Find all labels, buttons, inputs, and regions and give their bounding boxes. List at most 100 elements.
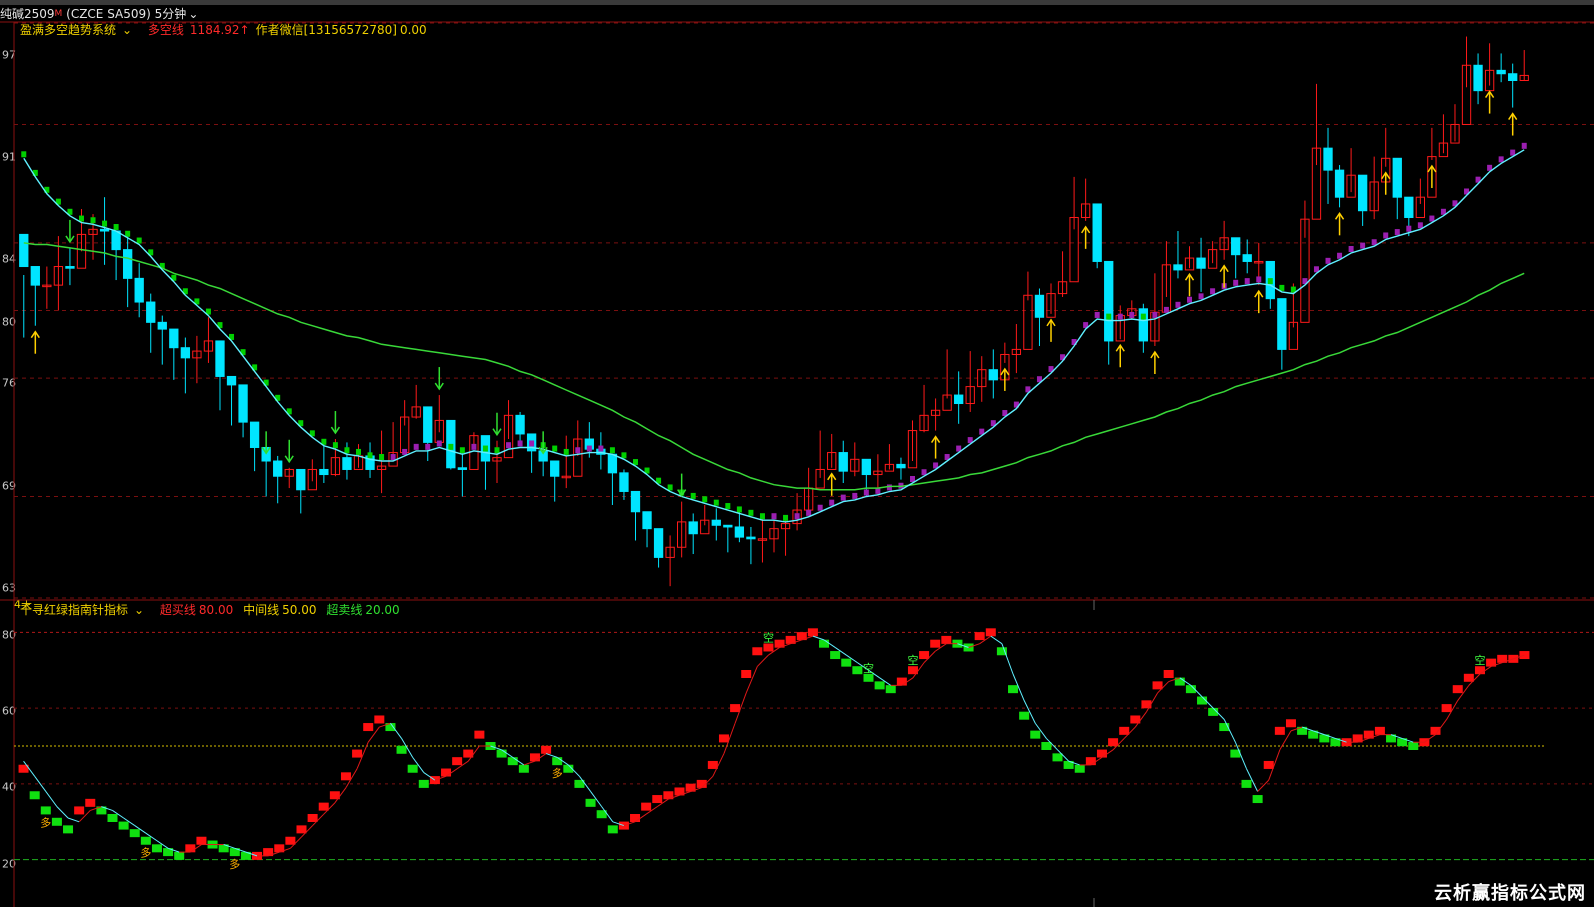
candle-body — [711, 519, 721, 526]
candle-body — [861, 458, 871, 476]
oscillator-bar — [1474, 666, 1485, 675]
oscillator-bar — [441, 768, 452, 777]
oscillator-signal-line — [1001, 643, 1014, 675]
oscillator-bar — [1463, 673, 1474, 682]
trend-marker — [1244, 278, 1250, 285]
oscillator-bar — [63, 825, 74, 834]
trend-marker — [506, 442, 512, 449]
sell-arrow-icon — [538, 431, 548, 455]
trend-marker — [1198, 293, 1204, 300]
oscillator-signal-line — [812, 635, 825, 641]
trend-marker — [21, 151, 27, 158]
trend-marker — [575, 447, 581, 454]
oscillator-bar — [730, 704, 741, 713]
sell-arrow-icon — [261, 431, 271, 455]
candle-body — [157, 321, 167, 330]
trend-marker — [529, 440, 535, 447]
candle-body — [630, 490, 641, 513]
trend-marker — [1256, 276, 1262, 283]
trend-marker — [413, 443, 419, 450]
trend-marker — [517, 440, 523, 447]
oscillator-bar — [819, 639, 830, 648]
oscillator-bar — [1074, 764, 1085, 773]
trend-marker — [344, 447, 350, 454]
trend-marker — [113, 224, 119, 231]
candle-body — [65, 266, 75, 269]
oscillator-signal-line — [56, 806, 69, 819]
oscillator-signal-line — [523, 760, 536, 766]
trend-marker — [1210, 288, 1216, 295]
oscillator-bar — [752, 647, 763, 656]
buy-arrow-icon — [1508, 112, 1518, 136]
trend-marker — [921, 469, 927, 476]
candle-body — [1392, 157, 1402, 198]
trend-marker — [1325, 257, 1331, 264]
sell-arrow-icon — [65, 219, 75, 244]
oscillator-bar — [107, 814, 118, 822]
oscillator-bar — [1430, 726, 1441, 735]
candle-body — [1277, 298, 1287, 350]
kline-chart[interactable]: 空空空 空多多多多 — [0, 0, 1594, 907]
oscillator-bar — [518, 764, 529, 773]
trend-marker — [621, 452, 627, 459]
candle-body — [423, 406, 433, 443]
oscillator-bar — [1374, 726, 1385, 735]
oscillator-bar — [841, 658, 852, 667]
oscillator-bar — [285, 836, 296, 845]
oscillator-bar — [1274, 726, 1285, 735]
trend-marker — [1106, 313, 1112, 320]
candle-body — [99, 228, 110, 232]
buy-signal-mark: 多 — [229, 857, 240, 871]
oscillator-bar — [529, 753, 540, 762]
trend-marker — [783, 514, 789, 521]
candle-body — [838, 452, 848, 472]
oscillator-bar — [374, 715, 385, 724]
candle-body — [515, 414, 525, 435]
oscillator-bar — [741, 670, 752, 678]
trend-marker — [332, 442, 338, 449]
oscillator-signal-line — [545, 753, 558, 758]
candle-body — [1092, 203, 1102, 262]
oscillator-bar — [407, 764, 418, 773]
trend-marker — [1094, 311, 1100, 318]
sell-signal-mark: 空 — [763, 630, 774, 644]
trend-marker — [806, 509, 812, 516]
buy-arrow-icon — [1081, 225, 1091, 249]
oscillator-bar — [863, 673, 874, 682]
oscillator-bar — [1119, 726, 1130, 735]
trend-marker — [690, 492, 696, 499]
trend-marker — [586, 445, 592, 452]
candle-body — [550, 460, 560, 477]
trend-marker — [829, 499, 835, 506]
trend-marker — [598, 445, 604, 452]
trend-marker — [1510, 149, 1516, 156]
trend-marker — [852, 492, 858, 499]
candle-body — [1496, 69, 1506, 75]
buy-arrow-icon — [1219, 264, 1229, 288]
buy-signal-mark: 多 — [552, 766, 563, 780]
candle-body — [226, 375, 237, 386]
candle-body — [1196, 257, 1206, 269]
trend-marker — [1163, 306, 1169, 313]
candle-body — [1334, 169, 1345, 198]
candle-body — [134, 277, 144, 303]
oscillator-signal-line — [1257, 779, 1270, 792]
trend-marker — [771, 513, 777, 520]
trend-marker — [1337, 252, 1343, 259]
candle-body — [1138, 308, 1148, 342]
buy-arrow-icon — [1115, 343, 1125, 368]
trend-marker — [759, 513, 765, 520]
fast-ma-line — [23, 149, 1525, 523]
candle-body — [1034, 294, 1045, 318]
candle-body — [688, 521, 698, 535]
oscillator-bar — [1285, 719, 1296, 728]
oscillator-bar — [1041, 742, 1052, 750]
trend-marker — [436, 440, 442, 447]
trend-marker — [609, 447, 615, 454]
oscillator-bar — [1085, 757, 1096, 766]
buy-signal-mark: 多 — [40, 815, 51, 829]
trend-marker — [102, 220, 108, 227]
trend-marker — [817, 504, 823, 511]
trend-marker — [1267, 278, 1273, 285]
oscillator-bar — [541, 745, 552, 754]
